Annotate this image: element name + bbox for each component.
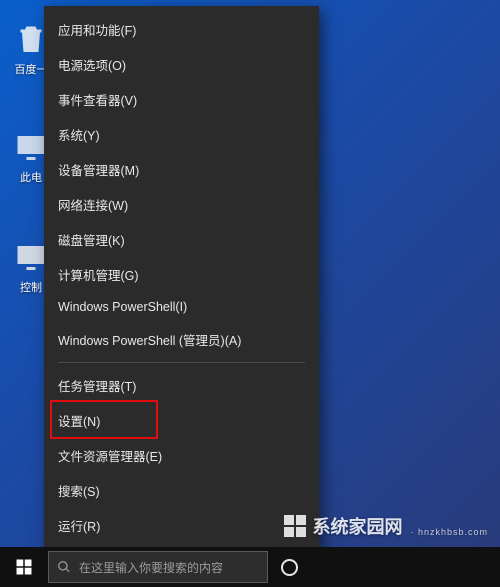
cortana-button[interactable] — [268, 547, 310, 587]
menu-item-label: 搜索(S) — [58, 485, 100, 499]
menu-item-label: 设置(N) — [58, 415, 100, 429]
menu-item[interactable]: 任务管理器(T) — [44, 368, 319, 403]
menu-item-label: 电源选项(O) — [58, 59, 126, 73]
menu-separator — [58, 362, 305, 363]
menu-item[interactable]: 网络连接(W) — [44, 187, 319, 222]
start-button[interactable] — [2, 547, 46, 587]
taskbar: 在这里输入你要搜索的内容 — [0, 547, 500, 587]
watermark-sub: · hnzkhbsb.com — [410, 527, 488, 537]
winx-context-menu: 应用和功能(F) 电源选项(O) 事件查看器(V) 系统(Y) 设备管理器(M) 网络连接… — [44, 6, 319, 587]
desktop-icon-label: 此电 — [20, 172, 42, 184]
menu-item-label: 事件查看器(V) — [58, 94, 137, 108]
search-icon — [57, 560, 71, 574]
watermark-text: 系统家园网 — [312, 513, 402, 539]
menu-item-label: 文件资源管理器(E) — [58, 450, 162, 464]
desktop-icon-label: 控制 — [20, 282, 42, 294]
menu-item-label: 应用和功能(F) — [58, 24, 136, 38]
menu-item-label: 磁盘管理(K) — [58, 234, 125, 248]
cortana-ring-icon — [281, 559, 298, 576]
menu-item-label: 运行(R) — [58, 520, 100, 534]
menu-item[interactable]: Windows PowerShell (管理员)(A) — [44, 322, 319, 357]
menu-item[interactable]: 事件查看器(V) — [44, 82, 319, 117]
menu-item[interactable]: 系统(Y) — [44, 117, 319, 152]
menu-item[interactable]: 磁盘管理(K) — [44, 222, 319, 257]
menu-item[interactable]: 电源选项(O) — [44, 47, 319, 82]
watermark: 系统家园网 · hnzkhbsb.com — [284, 513, 488, 539]
menu-item[interactable]: 文件资源管理器(E) — [44, 438, 319, 473]
menu-item[interactable]: 搜索(S) — [44, 473, 319, 508]
menu-item[interactable]: 计算机管理(G) — [44, 257, 319, 292]
search-placeholder: 在这里输入你要搜索的内容 — [79, 559, 223, 576]
taskbar-search[interactable]: 在这里输入你要搜索的内容 — [48, 551, 268, 583]
menu-item[interactable]: 设备管理器(M) — [44, 152, 319, 187]
menu-item-label: 设备管理器(M) — [58, 164, 139, 178]
menu-item[interactable]: 运行(R) — [44, 508, 319, 543]
menu-item[interactable]: 设置(N) — [44, 403, 319, 438]
menu-item-label: 计算机管理(G) — [58, 269, 139, 283]
menu-item-label: Windows PowerShell(I) — [58, 300, 187, 314]
desktop-icon-label: 百度一 — [15, 64, 48, 76]
menu-item-label: 任务管理器(T) — [58, 380, 136, 394]
menu-item[interactable]: 应用和功能(F) — [44, 12, 319, 47]
menu-item[interactable]: Windows PowerShell(I) — [44, 292, 319, 322]
menu-item-label: Windows PowerShell (管理员)(A) — [58, 334, 241, 348]
windows-logo-icon — [15, 558, 33, 576]
menu-item-label: 网络连接(W) — [58, 199, 128, 213]
menu-item-label: 系统(Y) — [58, 129, 100, 143]
watermark-logo-icon — [284, 515, 306, 537]
